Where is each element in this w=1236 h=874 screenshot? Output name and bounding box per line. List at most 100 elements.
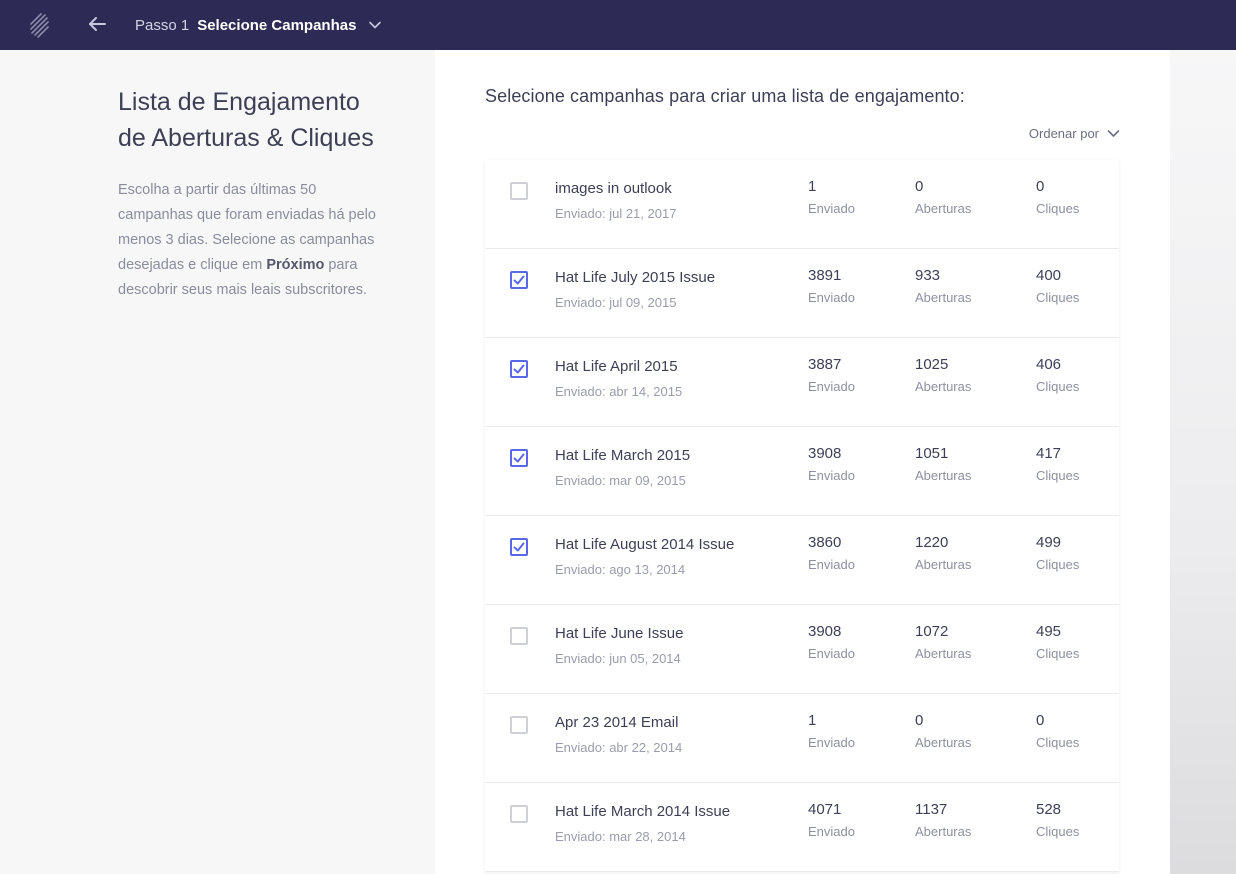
sent-stat: 1 Enviado [808,178,855,216]
sent-value: 3908 [808,445,842,462]
selection-heading: Selecione campanhas para criar uma lista… [485,86,965,106]
sent-label: Enviado [808,468,855,483]
sent-value: 3887 [808,356,842,373]
campaign-row[interactable]: Hat Life March 2014 Issue Enviado: mar 2… [485,783,1119,872]
clicks-stat: 417 Cliques [1036,445,1079,483]
clicks-stat: 0 Cliques [1036,178,1079,216]
opens-stat: 1051 Aberturas [915,445,971,483]
opens-value: 1072 [915,623,949,640]
opens-label: Aberturas [915,290,972,305]
campaign-name: Hat Life July 2015 Issue [555,269,716,286]
check-icon [513,275,525,285]
sent-label: Enviado [808,557,855,572]
sent-value: 1 [808,712,817,729]
chevron-down-icon [369,21,382,29]
opens-label: Aberturas [915,557,972,572]
campaign-row[interactable]: Apr 23 2014 Email Enviado: abr 22, 2014 … [485,694,1119,783]
clicks-label: Cliques [1036,379,1080,394]
sort-label: Ordenar por [1028,126,1099,141]
opens-stat: 0 Aberturas [915,712,971,750]
campaign-checkbox[interactable] [510,805,528,823]
campaign-name: Hat Life June Issue [555,625,684,642]
clicks-stat: 400 Cliques [1036,267,1079,305]
campaign-date: Enviado: mar 28, 2014 [555,829,686,844]
campaign-checkbox[interactable] [510,716,528,734]
campaign-date: Enviado: ago 13, 2014 [555,562,686,577]
opens-label: Aberturas [915,379,972,394]
clicks-value: 0 [1036,178,1045,195]
campaign-checkbox[interactable] [510,182,528,200]
campaign-row[interactable]: Hat Life July 2015 Issue Enviado: jul 09… [485,249,1119,338]
campaign-name: Hat Life March 2014 Issue [555,803,731,820]
campaign-row[interactable]: Hat Life August 2014 Issue Enviado: ago … [485,516,1119,605]
opens-value: 1025 [915,356,949,373]
check-icon [513,453,525,463]
campaign-row[interactable]: Hat Life April 2015 Enviado: abr 14, 201… [485,338,1119,427]
sent-stat: 1 Enviado [808,712,855,750]
sort-dropdown[interactable]: Ordenar por [1029,126,1120,141]
opens-label: Aberturas [915,646,972,661]
opens-label: Aberturas [915,735,972,750]
campaign-name: Hat Life August 2014 Issue [555,536,735,553]
clicks-stat: 406 Cliques [1036,356,1079,394]
campaign-date: Enviado: mar 09, 2015 [555,473,686,488]
clicks-value: 0 [1036,712,1045,729]
campaign-row[interactable]: images in outlook Enviado: jul 21, 2017 … [485,160,1119,249]
clicks-label: Cliques [1036,201,1080,216]
opens-label: Aberturas [915,468,972,483]
sent-value: 3860 [808,534,842,551]
opens-stat: 1025 Aberturas [915,356,971,394]
clicks-label: Cliques [1036,557,1080,572]
sent-stat: 3908 Enviado [808,623,855,661]
opens-value: 1137 [915,801,948,818]
sent-value: 1 [808,178,817,195]
opens-stat: 1220 Aberturas [915,534,971,572]
check-icon [513,542,525,552]
step-selector[interactable]: Passo 1 Selecione Campanhas [135,0,382,50]
check-icon [513,364,525,374]
campaign-checkbox[interactable] [510,360,528,378]
top-navigation-bar: Passo 1 Selecione Campanhas [0,0,1236,50]
sent-stat: 3887 Enviado [808,356,855,394]
clicks-label: Cliques [1036,735,1080,750]
sent-stat: 4071 Enviado [808,801,855,839]
description-next-emphasis: Próximo [266,257,325,273]
chevron-down-icon [1107,130,1120,137]
clicks-label: Cliques [1036,646,1080,661]
intro-panel: Lista de Engajamento de Aberturas & Cliq… [118,84,388,303]
sent-label: Enviado [808,824,855,839]
step-number: Passo 1 [135,16,190,34]
brand-logo-icon[interactable] [28,12,50,38]
opens-label: Aberturas [915,201,972,216]
opens-stat: 1137 Aberturas [915,801,971,839]
campaign-checkbox[interactable] [510,538,528,556]
campaign-selection-panel: Selecione campanhas para criar uma lista… [435,50,1170,874]
campaign-checkbox[interactable] [510,271,528,289]
campaign-checkbox[interactable] [510,449,528,467]
campaign-date: Enviado: jun 05, 2014 [555,651,681,666]
sent-label: Enviado [808,646,855,661]
clicks-label: Cliques [1036,824,1080,839]
campaign-row[interactable]: Hat Life June Issue Enviado: jun 05, 201… [485,605,1119,694]
clicks-value: 528 [1036,801,1062,818]
clicks-value: 417 [1036,445,1062,462]
opens-stat: 1072 Aberturas [915,623,971,661]
clicks-label: Cliques [1036,468,1080,483]
campaign-name: Hat Life March 2015 [555,447,691,464]
step-title: Selecione Campanhas [197,16,357,34]
campaign-list: images in outlook Enviado: jul 21, 2017 … [485,160,1119,872]
opens-value: 0 [915,178,924,195]
sent-value: 3908 [808,623,842,640]
clicks-stat: 528 Cliques [1036,801,1079,839]
opens-stat: 0 Aberturas [915,178,971,216]
sent-value: 3891 [808,267,842,284]
sent-label: Enviado [808,735,855,750]
opens-label: Aberturas [915,824,972,839]
opens-value: 1051 [915,445,949,462]
back-arrow-icon[interactable] [86,13,108,35]
clicks-stat: 495 Cliques [1036,623,1079,661]
clicks-label: Cliques [1036,290,1080,305]
campaign-checkbox[interactable] [510,627,528,645]
clicks-stat: 0 Cliques [1036,712,1079,750]
campaign-row[interactable]: Hat Life March 2015 Enviado: mar 09, 201… [485,427,1119,516]
